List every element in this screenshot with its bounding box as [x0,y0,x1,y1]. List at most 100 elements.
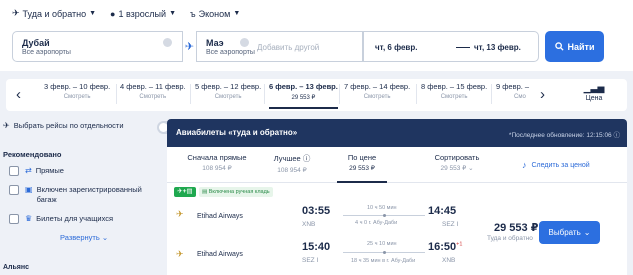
clear-destination-icon[interactable] [240,38,249,47]
date-option[interactable]: 4 февр. – 11 февр. Смотреть [120,82,186,100]
date-option[interactable]: 5 февр. – 12 февр. Смотреть [195,82,261,100]
arrival-airport: SEZ I [442,221,459,228]
filter-checked-baggage[interactable]: ▣ Включен зарегистрированный багаж [9,185,152,205]
date-option-sub: Смотреть [214,94,242,100]
clear-origin-icon[interactable] [163,38,172,47]
date-option[interactable]: 9 февр. – Смо [496,82,536,100]
sort-price-tab[interactable]: По цене 29 553 ₽ [337,153,387,183]
date-option-label: 8 февр. – 15 февр. [421,82,488,91]
find-button[interactable]: Найти [545,31,604,62]
sort-tab-price: 29 553 ₽ [349,165,375,172]
expand-filters-link[interactable]: Развернуть ⌄ [60,233,108,242]
stop-dot [383,251,386,254]
ticket-price-note: Туда и обратно [487,235,533,242]
sort-best-tab[interactable]: Лучшее ⓘ 108 954 ₽ [267,153,317,174]
last-updated-text: *Последнее обновление: 12:15:06 [508,132,612,139]
chevron-right-icon[interactable]: › [540,86,545,103]
origin-airports: Все аэропорты [22,49,71,56]
date-option-selected[interactable]: 6 февр. – 13 февр. 29 553 ₽ [269,82,338,109]
date-option[interactable]: 8 февр. – 15 февр. Смотреть [421,82,487,100]
date-dash [456,47,470,48]
sort-tab-label: Лучшее [273,154,301,163]
price-chart-tab[interactable]: ▁▃▅ Цена [574,83,614,102]
checkbox[interactable] [9,166,19,176]
separate-flights-label: Выбрать рейсы по отдельности [13,121,124,130]
trip-type-select[interactable]: ✈ Туда и обратно ▼ [12,8,96,19]
search-panel: ✈ Туда и обратно ▼ ● 1 взрослый ▼ ъ Экон… [0,0,633,71]
passengers-select[interactable]: ● 1 взрослый ▼ [110,8,176,19]
stop-info: 18 ч 35 мин в г. Абу-Даби [351,258,416,264]
add-destination-placeholder[interactable]: Добавить другой [257,43,319,52]
chevron-down-icon: ▼ [233,10,241,17]
date-option-label: 9 февр. – [496,82,530,91]
stop-dot [383,214,386,217]
sort-more-dropdown[interactable]: Сортировать 29 553 ₽ ⌄ [429,153,485,172]
dates-field[interactable]: чт, 6 февр. чт, 13 февр. [363,31,539,62]
info-icon[interactable]: ⓘ [614,132,621,139]
destination-field[interactable]: Маэ Все аэропорты Добавить другой [196,31,363,62]
flight-duration: 25 ч 10 мин [367,241,397,247]
stop-info: 4 ч 0 г. Абу-Даби [355,220,398,226]
bag-icon: ▤ [202,189,209,195]
arrival-time-value: 16:50 [428,241,457,253]
expand-label: Развернуть [60,233,100,242]
date-option[interactable]: 3 февр. – 10 февр. Смотреть [44,82,110,100]
date-option-label: 6 февр. – 13 февр. [269,82,338,91]
select-button[interactable]: Выбрать ⌄ [539,221,600,244]
arrival-time: 16:50+1 [428,241,462,253]
follow-price-label: Следить за ценой [531,161,590,169]
cabin-bag-tag: ▤ Включена ручная кладь [199,187,273,197]
chevron-left-icon[interactable]: ‹ [16,86,21,103]
divider [416,84,417,104]
filter-label: Прямые [35,166,64,175]
sort-tab-label: Сначала прямые [187,153,247,162]
next-day-marker: +1 [456,241,463,248]
plane-icon: ✈ [3,121,10,130]
route-icon: ⇄ [25,166,32,175]
trip-type-label: Туда и обратно [22,8,87,19]
departure-airport: XNB [302,221,316,228]
departure-time: 03:55 [302,205,331,217]
bar-chart-icon: ▁▃▅ [583,83,605,93]
sort-tab-price: 108 954 ₽ [202,165,232,172]
date-option[interactable]: 7 февр. – 14 февр. Смотреть [344,82,410,100]
depart-date: чт, 6 февр. [375,43,418,52]
sort-tab-price: 108 954 ₽ [277,167,307,174]
date-option-sub: Смо [514,94,526,100]
filter-label: Билеты для учащихся [36,214,114,223]
last-updated: *Последнее обновление: 12:15:06 ⓘ [509,129,620,139]
date-option-label: 5 февр. – 12 февр. [195,82,262,91]
date-option-sub: Смотреть [63,94,91,100]
separate-flights-row: ✈ Выбрать рейсы по отдельности [3,121,124,130]
search-options: ✈ Туда и обратно ▼ ● 1 взрослый ▼ ъ Экон… [12,8,240,19]
airline-name: Etihad Airways [197,251,243,258]
filter-student-tickets[interactable]: ♛ Билеты для учащихся [9,214,151,224]
origin-city: Дубай [22,38,50,48]
sort-tab-label: По цене [347,153,377,162]
plane-icon: ✈ [12,8,20,18]
departure-airport: SEZ I [302,257,319,264]
date-option-label: 4 февр. – 11 февр. [120,82,186,91]
chevron-down-icon: ▼ [169,10,176,17]
origin-field[interactable]: Дубай Все аэропорты [12,31,183,62]
swap-icon[interactable]: ✈ [183,31,196,62]
flight-card[interactable]: ✈+▤ ▤ Включена ручная кладь ✈ Etihad Air… [167,183,627,275]
seat-icon: ъ [190,8,196,19]
passengers-label: 1 взрослый [118,8,167,19]
sort-tab-label: Сортировать [434,153,480,162]
date-option-sub: Смотреть [440,94,468,100]
find-button-label: Найти [567,41,595,52]
divider [264,84,265,104]
price-chart-label: Цена [585,95,603,102]
etihad-logo-icon: ✈ [176,249,184,259]
sort-direct-first-tab[interactable]: Сначала прямые 108 954 ₽ [181,153,253,172]
checkbox[interactable] [9,214,19,224]
follow-price-button[interactable]: ♪ Следить за ценой [522,160,590,170]
baggage-icon: ▣ [25,185,33,194]
departure-time: 15:40 [302,241,331,253]
checkbox[interactable] [9,185,19,195]
select-button-label: Выбрать [548,228,581,237]
chevron-down-icon: ⌄ [101,233,109,242]
filter-direct[interactable]: ⇄ Прямые [9,166,151,176]
cabin-select[interactable]: ъ Эконом ▼ [190,8,240,19]
